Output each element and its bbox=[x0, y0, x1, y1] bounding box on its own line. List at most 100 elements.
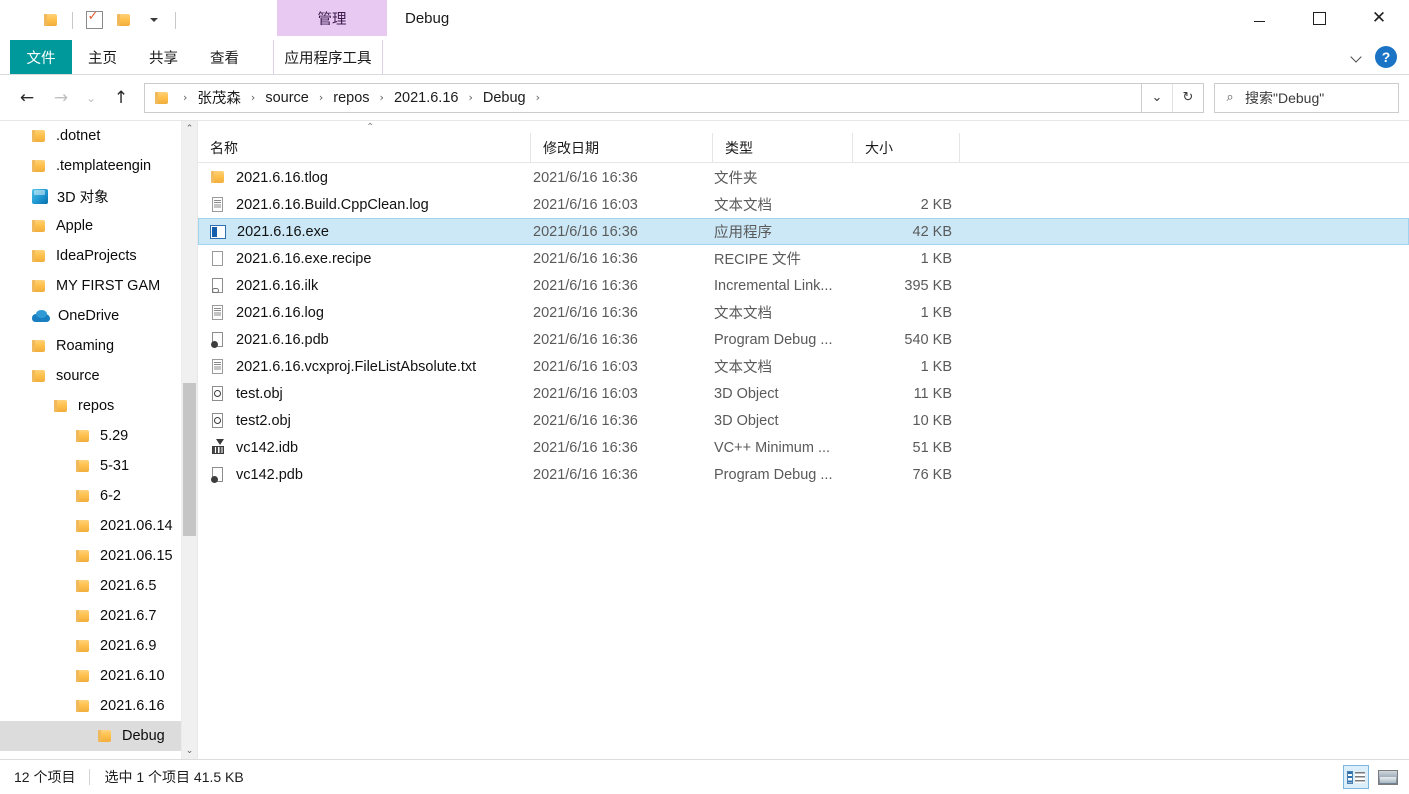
qat-folder-button[interactable] bbox=[36, 5, 66, 35]
file-name: 2021.6.16.ilk bbox=[236, 277, 319, 294]
sidebar-item-2021.6.7[interactable]: 2021.6.7 bbox=[0, 601, 182, 631]
obj-icon bbox=[210, 412, 226, 429]
table-row[interactable]: 2021.6.16.exe 2021/6/16 16:36 应用程序 42 KB bbox=[198, 218, 1409, 245]
sidebar-item-5.29[interactable]: 5.29 bbox=[0, 421, 182, 451]
tab-home[interactable]: 主页 bbox=[72, 40, 133, 74]
breadcrumb[interactable]: › 张茂森 › source › repos › 2021.6.16 › Deb… bbox=[144, 82, 1142, 113]
cell-name: 2021.6.16.ilk bbox=[199, 277, 532, 294]
sidebar-item-debug[interactable]: Debug bbox=[0, 721, 182, 751]
search-icon: ⌕ bbox=[1226, 90, 1234, 105]
cell-date: 2021/6/16 16:36 bbox=[533, 169, 638, 186]
sidebar-item-.templateengin[interactable]: .templateengin bbox=[0, 151, 182, 181]
navigation-scrollbar[interactable]: ⌃ ⌄ bbox=[181, 121, 197, 759]
tab-file[interactable]: 文件 bbox=[10, 40, 72, 74]
table-row[interactable]: 2021.6.16.ilk 2021/6/16 16:36 Incremental … bbox=[198, 272, 1409, 299]
sidebar-item-label: MY FIRST GAM bbox=[56, 278, 161, 294]
sidebar-item-repos[interactable]: repos bbox=[0, 391, 182, 421]
details-view-button[interactable] bbox=[1343, 765, 1369, 789]
breadcrumb-folder-icon bbox=[155, 91, 170, 105]
sidebar-item-roaming[interactable]: Roaming bbox=[0, 331, 182, 361]
table-row[interactable]: vc142.idb 2021/6/16 16:36 VC++ Minimum ...… bbox=[198, 434, 1409, 461]
scroll-down-button[interactable]: ⌄ bbox=[182, 743, 197, 759]
large-icons-view-icon bbox=[1378, 769, 1398, 785]
sidebar-item-2021.6.9[interactable]: 2021.6.9 bbox=[0, 631, 182, 661]
column-header-type[interactable]: 类型 bbox=[713, 132, 853, 163]
file-rows: 2021.6.16.tlog 2021/6/16 16:36 文件夹 2021.6.1… bbox=[198, 164, 1409, 759]
breadcrumb-item-3[interactable]: 2021.6.16 bbox=[391, 90, 462, 106]
table-row[interactable]: vc142.pdb 2021/6/16 16:36 Program Debug ..… bbox=[198, 461, 1409, 488]
sidebar-item-2021.6.16[interactable]: 2021.6.16 bbox=[0, 691, 182, 721]
sidebar-item-2021.6.10[interactable]: 2021.6.10 bbox=[0, 661, 182, 691]
expand-ribbon-button[interactable] bbox=[1351, 51, 1363, 63]
close-button[interactable]: ✕ bbox=[1349, 0, 1409, 36]
scroll-up-button[interactable]: ⌃ bbox=[182, 121, 197, 137]
recent-locations-button[interactable]: ⌄ bbox=[78, 82, 104, 114]
table-row[interactable]: 2021.6.16.tlog 2021/6/16 16:36 文件夹 bbox=[198, 164, 1409, 191]
folder-icon bbox=[76, 609, 91, 623]
table-row[interactable]: test2.obj 2021/6/16 16:36 3D Object 10 KB bbox=[198, 407, 1409, 434]
refresh-button[interactable]: ↻ bbox=[1172, 83, 1203, 112]
file-explorer-window: 管理 Debug ✕ 文件 主页 共享 查看 应用程序工具 bbox=[0, 0, 1409, 794]
sidebar-item-2021.06.14[interactable]: 2021.06.14 bbox=[0, 511, 182, 541]
sidebar-item-source[interactable]: source bbox=[0, 361, 182, 391]
sidebar-item-.dotnet[interactable]: .dotnet bbox=[0, 121, 182, 151]
up-button[interactable]: ↑ bbox=[104, 82, 138, 114]
help-icon[interactable]: ? bbox=[1375, 46, 1397, 68]
sidebar-item-ideaprojects[interactable]: IdeaProjects bbox=[0, 241, 182, 271]
tab-file-label: 文件 bbox=[26, 50, 56, 67]
cell-date: 2021/6/16 16:36 bbox=[533, 223, 638, 240]
table-row[interactable]: 2021.6.16.vcxproj.FileListAbsolute.txt 20… bbox=[198, 353, 1409, 380]
search-input[interactable]: ⌕ 搜索"Debug" bbox=[1214, 82, 1399, 113]
sidebar-item-2021.06.15[interactable]: 2021.06.15 bbox=[0, 541, 182, 571]
cell-size: 1 KB bbox=[920, 358, 952, 375]
close-icon: ✕ bbox=[1371, 7, 1387, 28]
tab-application-tools-label: 应用程序工具 bbox=[284, 50, 372, 67]
tab-share-label: 共享 bbox=[149, 50, 178, 67]
tab-application-tools[interactable]: 应用程序工具 bbox=[273, 40, 383, 74]
qat-new-folder-button[interactable] bbox=[109, 5, 139, 35]
contextual-tab-manage[interactable]: 管理 bbox=[277, 0, 387, 36]
table-row[interactable]: 2021.6.16.log 2021/6/16 16:36 文本文档 1 KB bbox=[198, 299, 1409, 326]
table-row[interactable]: 2021.6.16.pdb 2021/6/16 16:36 Program Debu… bbox=[198, 326, 1409, 353]
tab-view[interactable]: 查看 bbox=[194, 40, 255, 74]
breadcrumb-item-1[interactable]: source bbox=[262, 90, 312, 106]
scrollbar-thumb[interactable] bbox=[183, 383, 196, 536]
sidebar-item-apple[interactable]: Apple bbox=[0, 211, 182, 241]
breadcrumb-item-4[interactable]: Debug bbox=[480, 90, 529, 106]
back-button[interactable]: ← bbox=[10, 82, 44, 114]
column-header-date[interactable]: 修改日期 bbox=[531, 132, 713, 163]
address-dropdown-button[interactable]: ⌄ bbox=[1142, 84, 1172, 112]
maximize-button[interactable] bbox=[1289, 0, 1349, 36]
file-name: 2021.6.16.tlog bbox=[236, 169, 328, 186]
qat-customize-button[interactable] bbox=[139, 5, 169, 35]
breadcrumb-item-0[interactable]: 张茂森 bbox=[194, 87, 244, 108]
page-icon bbox=[210, 250, 226, 267]
large-icons-view-button[interactable] bbox=[1375, 765, 1401, 789]
sidebar-item-3d-[interactable]: 3D 对象 bbox=[0, 181, 182, 211]
sidebar-item-onedrive[interactable]: OneDrive bbox=[0, 301, 182, 331]
table-row[interactable]: 2021.6.16.Build.CppClean.log 2021/6/16 16… bbox=[198, 191, 1409, 218]
breadcrumb-item-2[interactable]: repos bbox=[330, 90, 372, 106]
forward-button[interactable]: → bbox=[44, 82, 78, 114]
folder-icon bbox=[32, 339, 47, 353]
sidebar-item-2021.6.5[interactable]: 2021.6.5 bbox=[0, 571, 182, 601]
qat-properties-button[interactable] bbox=[79, 5, 109, 35]
window-controls: ✕ bbox=[1229, 0, 1409, 36]
folder-icon bbox=[54, 399, 69, 413]
column-header-size[interactable]: 大小 bbox=[853, 132, 960, 163]
cell-size: 540 KB bbox=[904, 331, 952, 348]
sort-ascending-icon: ⌃ bbox=[366, 122, 375, 133]
view-mode-buttons bbox=[1343, 760, 1401, 794]
file-name: vc142.pdb bbox=[236, 466, 303, 483]
column-header-name[interactable]: 名称 bbox=[198, 132, 531, 163]
sidebar-item-label: 2021.06.14 bbox=[100, 518, 173, 534]
cell-name: vc142.idb bbox=[199, 439, 532, 456]
sidebar-item-6-2[interactable]: 6-2 bbox=[0, 481, 182, 511]
sidebar-item-5-31[interactable]: 5-31 bbox=[0, 451, 182, 481]
table-row[interactable]: 2021.6.16.exe.recipe 2021/6/16 16:36 RECIP… bbox=[198, 245, 1409, 272]
pdb-icon bbox=[210, 331, 226, 348]
sidebar-item-my-first-gam[interactable]: MY FIRST GAM bbox=[0, 271, 182, 301]
tab-share[interactable]: 共享 bbox=[133, 40, 194, 74]
table-row[interactable]: test.obj 2021/6/16 16:03 3D Object 11 KB bbox=[198, 380, 1409, 407]
minimize-button[interactable] bbox=[1229, 0, 1289, 36]
